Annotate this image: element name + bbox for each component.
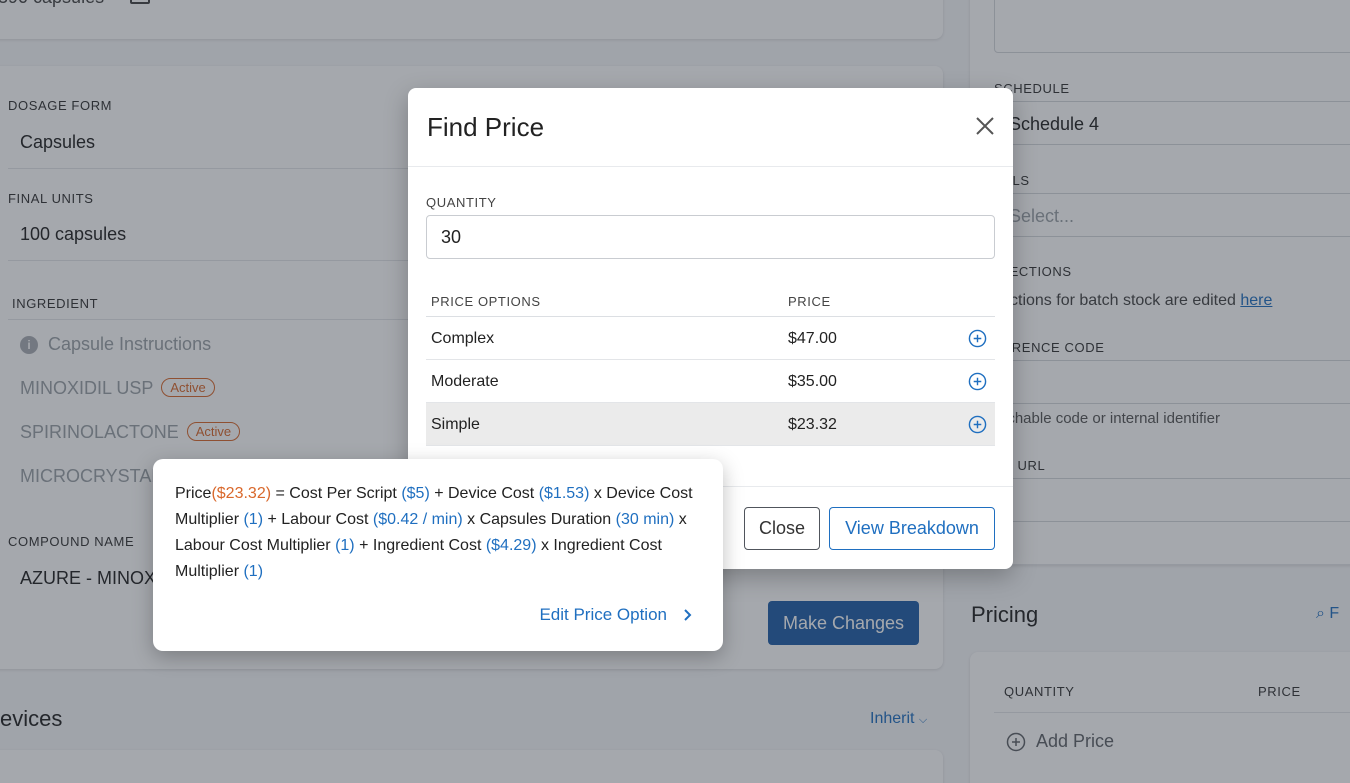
formula-segment: ($23.32)	[211, 485, 272, 502]
price-option-value: $35.00	[788, 373, 837, 390]
formula-segment: + Labour Cost	[263, 511, 373, 528]
plus-circle-icon[interactable]	[968, 372, 987, 391]
plus-circle-icon[interactable]	[968, 415, 987, 434]
price-option-value: $47.00	[788, 330, 837, 347]
chevron-right-icon	[684, 609, 692, 621]
price-options-header: PRICE OPTIONS	[431, 294, 541, 309]
table-row[interactable]: Complex $47.00	[426, 317, 995, 360]
price-options-table: PRICE OPTIONS PRICE Complex $47.00 Moder…	[426, 289, 995, 446]
price-option-value: $23.32	[788, 416, 837, 433]
formula-segment: x Capsules Duration	[462, 511, 616, 528]
formula-segment: ($1.53)	[538, 485, 590, 502]
formula-segment: ($5)	[401, 485, 430, 502]
formula-segment: ($0.42 / min)	[372, 511, 463, 528]
quantity-label: QUANTITY	[426, 195, 497, 210]
plus-circle-icon[interactable]	[968, 329, 987, 348]
close-button[interactable]: Close	[744, 507, 820, 550]
quantity-input[interactable]	[426, 215, 995, 259]
close-icon[interactable]	[973, 114, 997, 138]
table-row[interactable]: Moderate $35.00	[426, 360, 995, 403]
formula-segment: ($4.29)	[485, 537, 537, 554]
formula-segment: Price	[175, 485, 212, 502]
edit-price-option-label: Edit Price Option	[539, 605, 667, 624]
price-formula: Price($23.32) = Cost Per Script ($5) + D…	[175, 481, 705, 585]
price-header: PRICE	[788, 294, 831, 309]
price-option-name: Simple	[431, 416, 480, 433]
price-breakdown-tooltip: Price($23.32) = Cost Per Script ($5) + D…	[153, 459, 723, 651]
formula-segment: + Ingredient Cost	[354, 537, 486, 554]
formula-segment: (1)	[243, 511, 264, 528]
formula-segment: = Cost Per Script	[271, 485, 402, 502]
table-row-selected[interactable]: Simple $23.32	[426, 403, 995, 446]
formula-segment: (1)	[243, 563, 264, 580]
price-option-name: Moderate	[431, 373, 499, 390]
edit-price-option-link[interactable]: Edit Price Option	[539, 605, 695, 625]
table-header: PRICE OPTIONS PRICE	[426, 289, 995, 317]
formula-segment: + Device Cost	[429, 485, 539, 502]
formula-segment: (30 min)	[615, 511, 675, 528]
formula-segment: (1)	[335, 537, 355, 554]
view-breakdown-button[interactable]: View Breakdown	[829, 507, 995, 550]
modal-title: Find Price	[427, 112, 545, 142]
price-option-name: Complex	[431, 330, 495, 347]
